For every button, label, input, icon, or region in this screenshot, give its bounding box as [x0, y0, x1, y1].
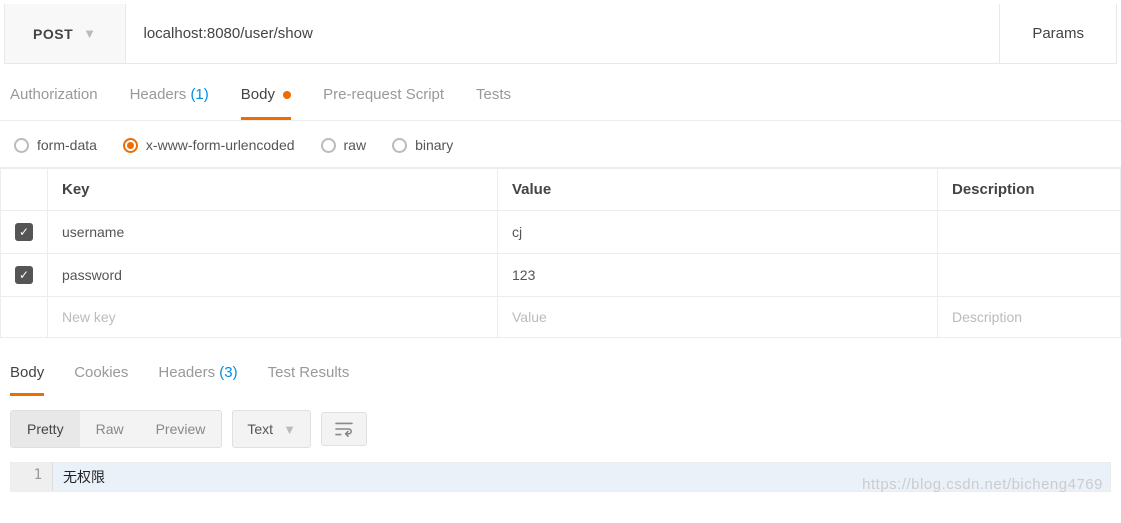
pretty-button[interactable]: Pretty [11, 411, 80, 447]
radio-raw-label: raw [344, 137, 367, 153]
format-select[interactable]: Text ▼ [232, 410, 311, 448]
request-url-input[interactable] [126, 4, 1000, 63]
code-line[interactable]: 1 无权限 [11, 463, 1110, 491]
line-number: 1 [11, 463, 53, 491]
col-key: Key [48, 169, 498, 211]
raw-button[interactable]: Raw [80, 411, 140, 447]
tab-headers[interactable]: Headers (1) [130, 86, 209, 120]
preview-button[interactable]: Preview [140, 411, 222, 447]
row-value[interactable]: cj [498, 211, 938, 254]
checkbox-checked-icon: ✓ [15, 223, 33, 241]
table-row[interactable]: ✓ username cj [1, 211, 1121, 254]
resp-tab-headers[interactable]: Headers (3) [158, 364, 237, 396]
radio-icon [321, 138, 336, 153]
checkbox-checked-icon: ✓ [15, 266, 33, 284]
radio-binary-label: binary [415, 137, 453, 153]
response-toolbar: Pretty Raw Preview Text ▼ [0, 396, 1121, 462]
tab-tests[interactable]: Tests [476, 86, 511, 120]
radio-urlencoded-label: x-www-form-urlencoded [146, 137, 295, 153]
chevron-down-icon: ▼ [283, 422, 296, 437]
params-button[interactable]: Params [999, 4, 1116, 63]
radio-icon [392, 138, 407, 153]
tab-body[interactable]: Body [241, 86, 291, 120]
chevron-down-icon: ▼ [83, 26, 96, 41]
row-desc[interactable] [938, 211, 1121, 254]
wrap-lines-button[interactable] [321, 412, 367, 446]
http-method-label: POST [33, 26, 73, 42]
request-tabs: Authorization Headers (1) Body Pre-reque… [0, 64, 1121, 121]
response-body: 1 无权限 [10, 462, 1111, 492]
radio-raw[interactable]: raw [321, 137, 367, 153]
resp-tab-tests[interactable]: Test Results [268, 364, 350, 396]
tab-headers-label: Headers [130, 86, 187, 103]
row-desc[interactable] [938, 254, 1121, 297]
line-content: 无权限 [53, 463, 115, 491]
body-params-table: Key Value Description ✓ username cj ✓ pa… [0, 168, 1121, 338]
resp-tab-body[interactable]: Body [10, 364, 44, 396]
radio-icon [123, 138, 138, 153]
view-mode-group: Pretty Raw Preview [10, 410, 222, 448]
row-key[interactable]: username [48, 211, 498, 254]
col-check [1, 169, 48, 211]
row-check[interactable]: ✓ [1, 254, 48, 297]
new-key-input[interactable]: New key [48, 297, 498, 338]
http-method-select[interactable]: POST ▼ [5, 4, 126, 63]
resp-tab-headers-label: Headers [158, 364, 215, 381]
new-desc-input[interactable]: Description [938, 297, 1121, 338]
new-value-input[interactable]: Value [498, 297, 938, 338]
tab-authorization[interactable]: Authorization [10, 86, 98, 120]
wrap-icon [334, 421, 354, 437]
row-check[interactable]: ✓ [1, 211, 48, 254]
radio-form-data-label: form-data [37, 137, 97, 153]
tab-prerequest[interactable]: Pre-request Script [323, 86, 444, 120]
resp-tab-cookies[interactable]: Cookies [74, 364, 128, 396]
table-row-new[interactable]: New key Value Description [1, 297, 1121, 338]
response-tabs: Body Cookies Headers (3) Test Results [0, 338, 1121, 396]
body-type-row: form-data x-www-form-urlencoded raw bina… [0, 121, 1121, 168]
row-key[interactable]: password [48, 254, 498, 297]
row-check [1, 297, 48, 338]
radio-binary[interactable]: binary [392, 137, 453, 153]
row-value[interactable]: 123 [498, 254, 938, 297]
col-desc: Description [938, 169, 1121, 211]
tab-headers-count: (1) [190, 86, 208, 103]
col-value: Value [498, 169, 938, 211]
tab-body-label: Body [241, 86, 275, 103]
active-dot-icon [283, 91, 291, 99]
radio-icon [14, 138, 29, 153]
request-bar: POST ▼ Params [4, 4, 1117, 64]
table-row[interactable]: ✓ password 123 [1, 254, 1121, 297]
radio-form-data[interactable]: form-data [14, 137, 97, 153]
format-label: Text [247, 421, 273, 437]
radio-urlencoded[interactable]: x-www-form-urlencoded [123, 137, 295, 153]
resp-tab-headers-count: (3) [219, 364, 237, 381]
